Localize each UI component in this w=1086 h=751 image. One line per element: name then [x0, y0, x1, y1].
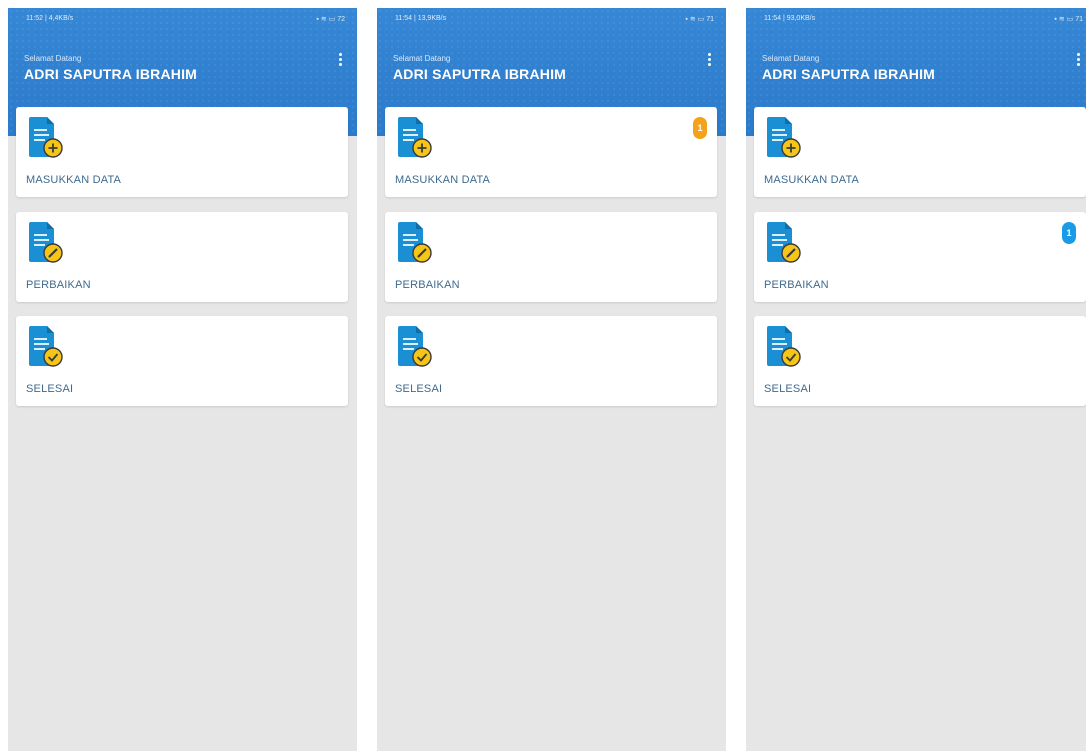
- menu-card-selesai[interactable]: SELESAI: [16, 316, 348, 406]
- menu-card-masukkan-data[interactable]: MASUKKAN DATA: [754, 107, 1086, 197]
- status-time: 11:54 | 13,9KB/s: [395, 15, 447, 22]
- card-label: PERBAIKAN: [764, 279, 829, 291]
- phone-screen-2: 11:54 | 13,9KB/s ▪ ≋ ▭ 71 Selamat Datang…: [377, 8, 726, 751]
- greeting-text: Selamat Datang: [24, 54, 82, 63]
- card-label: MASUKKAN DATA: [764, 174, 860, 186]
- status-time: 11:54 | 93,0KB/s: [764, 15, 816, 22]
- document-add-icon: [29, 117, 63, 158]
- menu-card-masukkan-data[interactable]: MASUKKAN DATA 1: [385, 107, 717, 197]
- menu-card-selesai[interactable]: SELESAI: [385, 316, 717, 406]
- document-edit-icon: [767, 222, 801, 263]
- document-add-icon: [767, 117, 801, 158]
- card-label: SELESAI: [395, 383, 443, 395]
- status-bar: 11:52 | 4,4KB/s ▪ ≋ ▭ 72: [8, 8, 357, 30]
- status-icons: ▪ ≋ ▭ 72: [316, 16, 345, 23]
- document-edit-icon: [29, 222, 63, 263]
- document-check-icon: [398, 326, 432, 367]
- menu-card-masukkan-data[interactable]: MASUKKAN DATA: [16, 107, 348, 197]
- notification-badge: 1: [693, 117, 707, 139]
- document-add-icon: [398, 117, 432, 158]
- status-bar: 11:54 | 93,0KB/s ▪ ≋ ▭ 71: [746, 8, 1086, 30]
- user-name: ADRI SAPUTRA IBRAHIM: [762, 66, 936, 82]
- menu-card-perbaikan[interactable]: PERBAIKAN: [385, 212, 717, 302]
- menu-card-perbaikan[interactable]: PERBAIKAN 1: [754, 212, 1086, 302]
- card-label: SELESAI: [26, 383, 74, 395]
- greeting-text: Selamat Datang: [393, 54, 451, 63]
- more-vert-icon[interactable]: [333, 48, 347, 70]
- status-icons: ▪ ≋ ▭ 71: [685, 16, 714, 23]
- status-bar: 11:54 | 13,9KB/s ▪ ≋ ▭ 71: [377, 8, 726, 30]
- menu-card-selesai[interactable]: SELESAI: [754, 316, 1086, 406]
- document-check-icon: [767, 326, 801, 367]
- phone-screen-3: 11:54 | 93,0KB/s ▪ ≋ ▭ 71 Selamat Datang…: [746, 8, 1086, 751]
- user-name: ADRI SAPUTRA IBRAHIM: [393, 66, 567, 82]
- greeting-text: Selamat Datang: [762, 54, 820, 63]
- more-vert-icon[interactable]: [702, 48, 716, 70]
- menu-card-perbaikan[interactable]: PERBAIKAN: [16, 212, 348, 302]
- status-time: 11:52 | 4,4KB/s: [26, 15, 74, 22]
- card-label: PERBAIKAN: [26, 279, 91, 291]
- phone-screen-1: 11:52 | 4,4KB/s ▪ ≋ ▭ 72 Selamat Datang …: [8, 8, 357, 751]
- document-edit-icon: [398, 222, 432, 263]
- user-name: ADRI SAPUTRA IBRAHIM: [24, 66, 198, 82]
- status-icons: ▪ ≋ ▭ 71: [1054, 16, 1083, 23]
- card-label: PERBAIKAN: [395, 279, 460, 291]
- notification-badge: 1: [1062, 222, 1076, 244]
- card-label: MASUKKAN DATA: [26, 174, 122, 186]
- more-vert-icon[interactable]: [1071, 48, 1085, 70]
- card-label: SELESAI: [764, 383, 812, 395]
- card-label: MASUKKAN DATA: [395, 174, 491, 186]
- document-check-icon: [29, 326, 63, 367]
